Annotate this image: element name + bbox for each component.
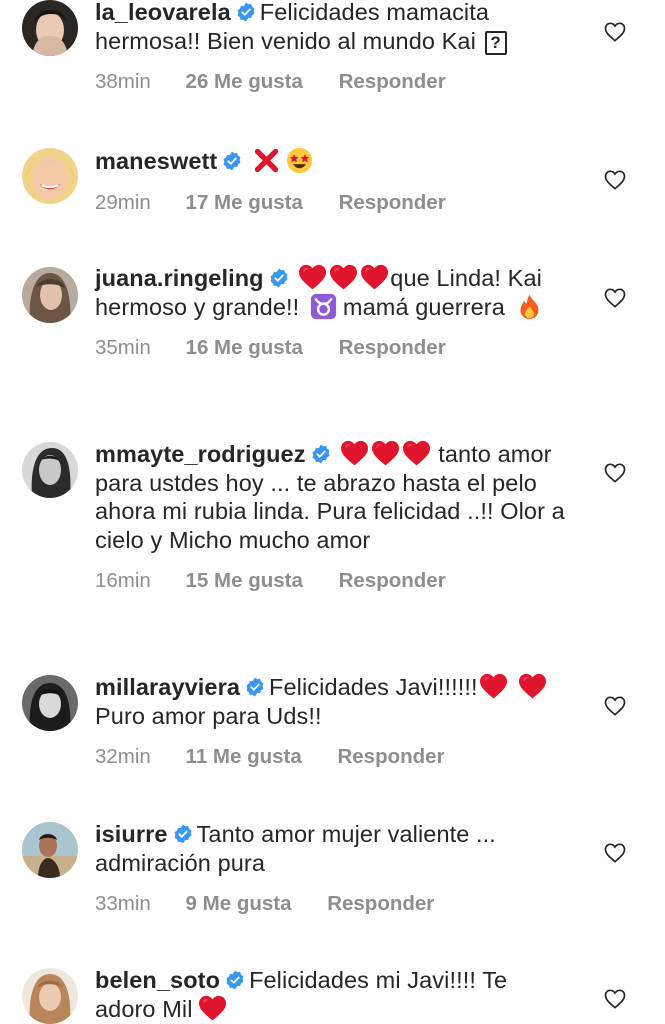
red-heart-emoji <box>330 264 357 291</box>
comment-likes[interactable]: 9 Me gusta <box>186 892 292 916</box>
like-heart-icon[interactable] <box>603 987 627 1011</box>
comment-meta: 33min 9 Me gusta Responder <box>95 892 565 916</box>
red-heart-emoji <box>199 995 226 1022</box>
comment-text: maneswett <box>95 147 565 176</box>
avatar[interactable] <box>22 148 78 204</box>
avatar[interactable] <box>22 0 78 56</box>
red-heart-emoji <box>299 264 326 291</box>
comment-meta: 32min 11 Me gusta Responder <box>95 745 565 769</box>
verified-badge-icon <box>311 444 331 464</box>
comment-text: isiurre Tanto amor mujer valiente ... adm… <box>95 821 496 876</box>
verified-badge-icon <box>245 677 265 697</box>
comment-text: la_leovarela Felicidades mamacita hermosa… <box>95 0 565 55</box>
taurus-emoji-icon <box>310 293 337 319</box>
red-heart-emoji <box>480 673 507 700</box>
reply-button[interactable]: Responder <box>327 892 434 916</box>
reply-button[interactable]: Responder <box>339 336 446 360</box>
avatar[interactable] <box>22 675 78 731</box>
comment-meta: 16min 15 Me gusta Responder <box>95 569 565 593</box>
comment-username[interactable]: maneswett <box>95 148 217 174</box>
avatar[interactable] <box>22 822 78 878</box>
comment-time: 29min <box>95 190 151 214</box>
comment-username[interactable]: la_leovarela <box>95 0 231 25</box>
comment-likes[interactable]: 11 Me gusta <box>186 745 302 769</box>
avatar[interactable] <box>22 968 78 1024</box>
like-heart-icon[interactable] <box>603 841 627 865</box>
comment-meta: 38min 26 Me gusta Responder <box>95 70 565 94</box>
red-heart-emoji <box>372 440 399 467</box>
comment-text: millarayviera Felicidades Javi!!!!!! Puro… <box>95 673 565 730</box>
red-heart-emoji <box>519 673 546 700</box>
comment-meta: 35min 16 Me gusta Responder <box>95 336 565 360</box>
comment-username[interactable]: juana.ringeling <box>95 265 264 291</box>
red-cross-icon <box>254 148 279 173</box>
comment-likes[interactable]: 26 Me gusta <box>186 70 303 94</box>
verified-badge-icon <box>222 151 242 171</box>
reply-button[interactable]: Responder <box>337 745 444 769</box>
comment-username[interactable]: belen_soto <box>95 967 220 993</box>
like-heart-icon[interactable] <box>603 286 627 310</box>
comment-username[interactable]: millarayviera <box>95 674 240 700</box>
avatar[interactable] <box>22 267 78 323</box>
unknown-emoji-box: ? <box>484 30 507 55</box>
reply-button[interactable]: Responder <box>339 569 446 593</box>
comment-time: 33min <box>95 892 151 915</box>
like-heart-icon[interactable] <box>603 461 627 485</box>
fire-emoji-icon <box>520 294 539 319</box>
comment-time: 32min <box>95 745 151 768</box>
comment-likes[interactable]: 15 Me gusta <box>186 569 303 593</box>
red-heart-emoji <box>403 440 430 467</box>
comment-text: mmayte_rodriguez tanto amor para ustdes … <box>95 440 565 553</box>
verified-badge-icon <box>225 970 245 990</box>
verified-badge-icon <box>269 268 289 288</box>
reply-button[interactable]: Responder <box>339 191 446 215</box>
red-heart-emoji <box>361 264 388 291</box>
avatar[interactable] <box>22 442 78 498</box>
comment-time: 16min <box>95 569 151 592</box>
verified-badge-icon <box>173 824 193 844</box>
reply-button[interactable]: Responder <box>339 70 446 94</box>
comment-username[interactable]: isiurre <box>95 821 168 847</box>
red-heart-emoji <box>341 440 368 467</box>
comment-username[interactable]: mmayte_rodriguez <box>95 441 306 467</box>
verified-badge-icon <box>236 2 256 22</box>
like-heart-icon[interactable] <box>603 694 627 718</box>
comment-time: 38min <box>95 70 151 93</box>
comment-text: belen_soto Felicidades mi Javi!!!! Te ado… <box>95 967 508 1022</box>
comment-likes[interactable]: 16 Me gusta <box>186 336 303 360</box>
comment-text: juana.ringeling que Linda! Kai hermoso y… <box>95 264 542 320</box>
like-heart-icon[interactable] <box>603 20 627 44</box>
comment-meta: 29min 17 Me gusta Responder <box>95 191 565 215</box>
comment-time: 35min <box>95 336 151 359</box>
like-heart-icon[interactable] <box>603 168 627 192</box>
comment-likes[interactable]: 17 Me gusta <box>186 191 303 215</box>
star-struck-emoji-icon <box>286 147 313 174</box>
